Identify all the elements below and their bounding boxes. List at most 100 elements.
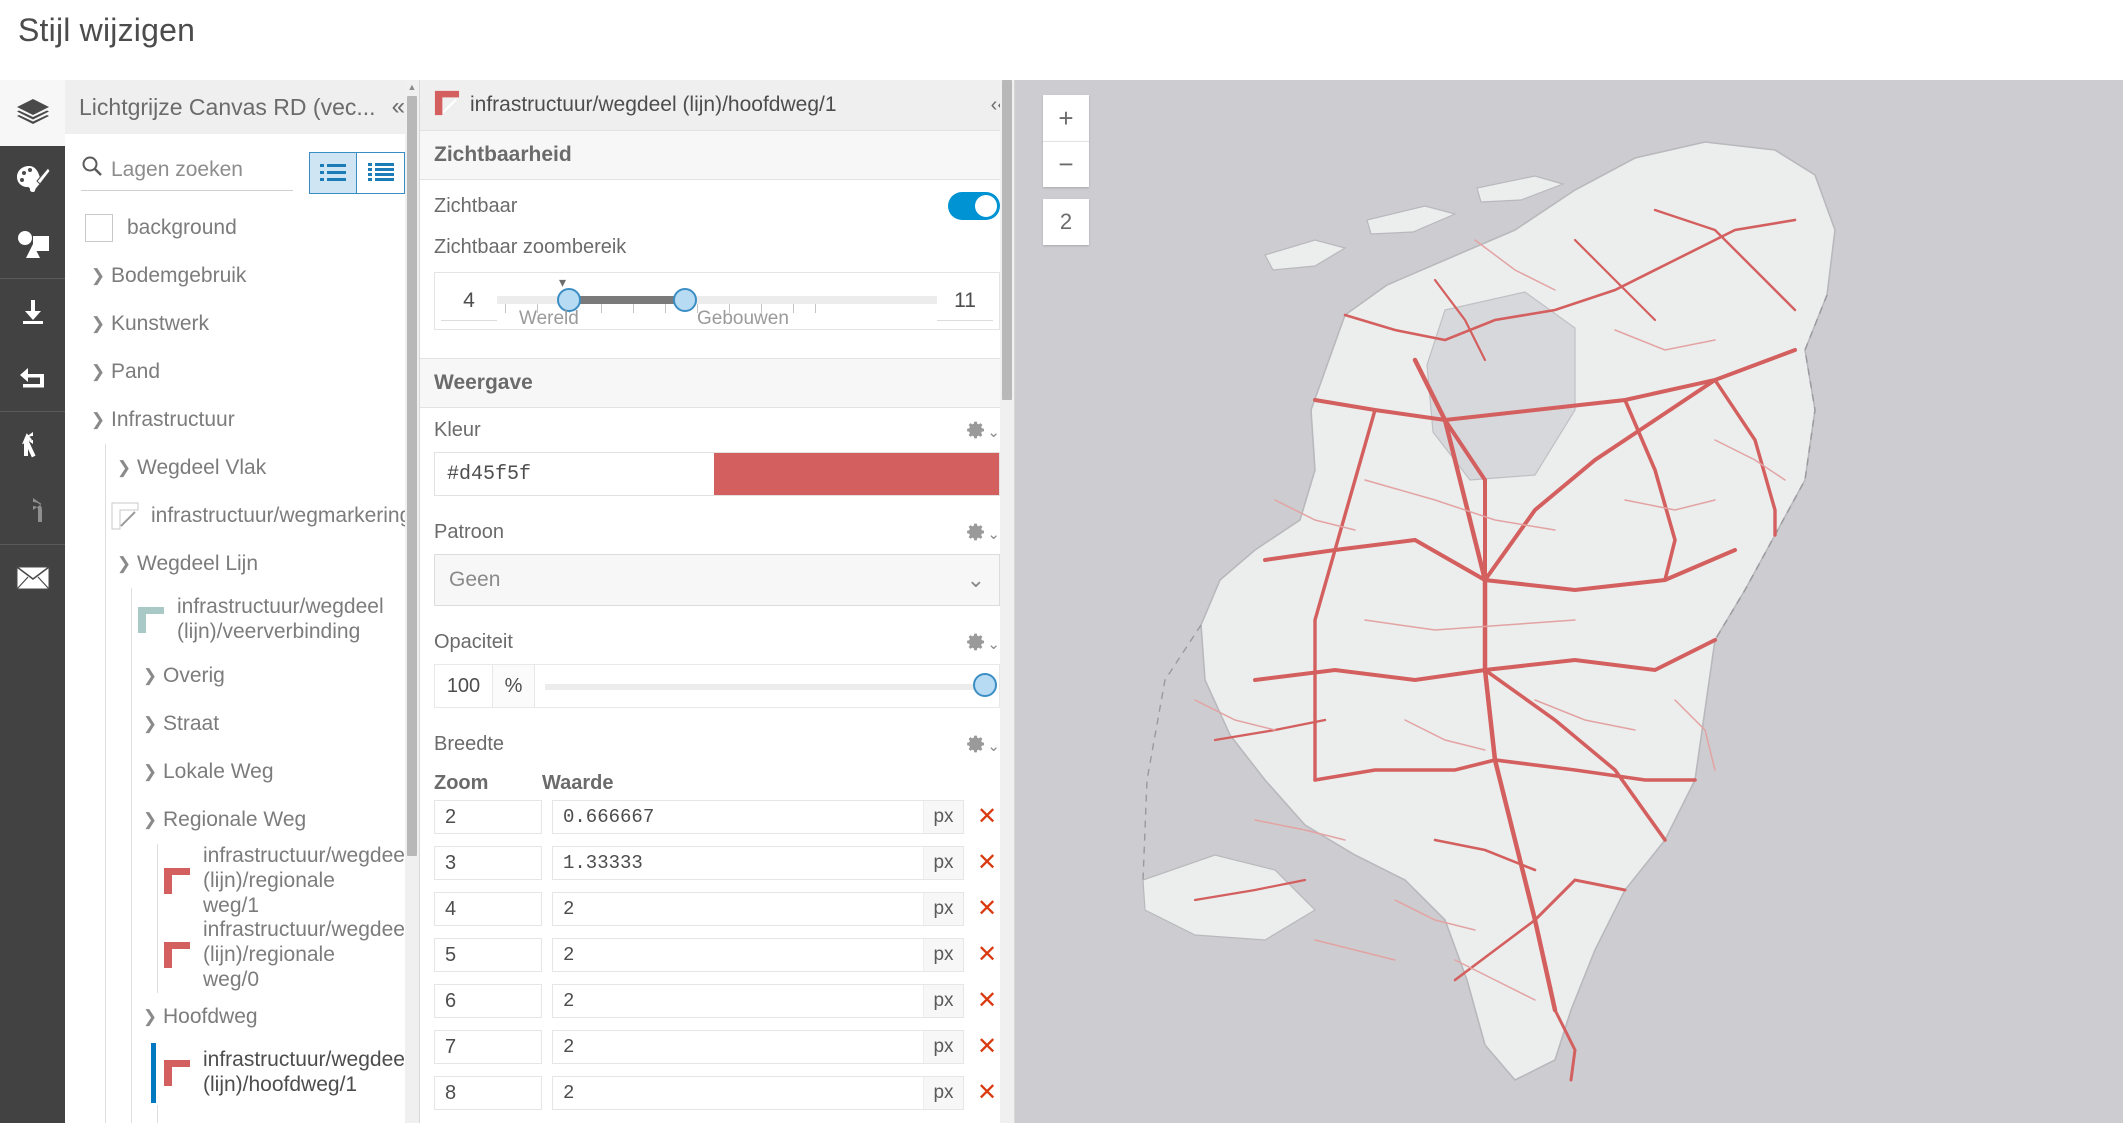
rail-button-palette[interactable] (0, 146, 65, 212)
width-stop-zoom-input[interactable]: 2 (434, 800, 542, 834)
layer-tree-group-kunstwerk[interactable]: ❯ Kunstwerk (65, 300, 419, 348)
color-field[interactable] (434, 452, 1000, 496)
opacity-row: Opaciteit ⌄ 100 % (420, 620, 1014, 708)
rail-button-mail[interactable] (0, 545, 65, 611)
width-stop-zoom-input[interactable]: 7 (434, 1030, 542, 1064)
width-stop-unit-label: px (923, 801, 963, 833)
zoom-level-indicator[interactable]: 2 (1043, 199, 1089, 245)
layer-tree-item-background[interactable]: background (65, 204, 419, 252)
delete-stop-button[interactable]: ✕ (974, 1035, 1000, 1059)
opacity-slider[interactable] (535, 665, 999, 707)
opacity-slider-track (545, 684, 987, 690)
zoom-min-value[interactable]: 4 (441, 281, 497, 321)
scrollbar-thumb[interactable] (407, 96, 417, 856)
width-stop-value-input[interactable]: 2 (553, 893, 923, 925)
layer-tree-group-hoofdweg[interactable]: ❯ Hoofdweg (65, 992, 419, 1041)
delete-stop-button[interactable]: ✕ (974, 897, 1000, 921)
layer-tree-group-overig[interactable]: ❯ Overig (65, 652, 419, 700)
width-stop-value-field[interactable]: 1.33333 px (552, 846, 964, 880)
layers-icon (15, 97, 51, 129)
layers-panel-scrollbar[interactable]: ▲ (405, 80, 419, 1123)
width-stop-value-input[interactable]: 2 (553, 985, 923, 1017)
pattern-select[interactable]: Geen ⌄ (434, 554, 1000, 606)
search-input[interactable] (111, 158, 293, 182)
layer-tree-group-regionale-weg[interactable]: ❯ Regionale Weg (65, 796, 419, 844)
layer-tree-item-hoofdweg-0[interactable]: infrastructuur/wegdeel (65, 1104, 419, 1123)
layer-tree-group-straat[interactable]: ❯ Straat (65, 700, 419, 748)
width-stop-value-field[interactable]: 2 px (552, 984, 964, 1018)
color-settings-button[interactable]: ⌄ (966, 420, 1000, 441)
gear-icon (967, 633, 985, 651)
list-view-button[interactable] (309, 152, 357, 194)
rail-button-layers[interactable] (0, 80, 65, 146)
width-stop-zoom-input[interactable]: 5 (434, 938, 542, 972)
width-stop-value-field[interactable]: 2 px (552, 1076, 964, 1110)
zoom-out-button[interactable]: − (1043, 141, 1089, 187)
rail-button-shapes[interactable] (0, 212, 65, 278)
width-stop-value-input[interactable]: 2 (553, 1031, 923, 1063)
pattern-settings-button[interactable]: ⌄ (966, 522, 1000, 543)
width-stop-zoom-input[interactable]: 6 (434, 984, 542, 1018)
search-box[interactable] (81, 155, 293, 191)
delete-stop-button[interactable]: ✕ (974, 943, 1000, 967)
layer-label: Overig (163, 664, 225, 687)
zoom-range-handle-max[interactable] (673, 288, 697, 312)
detail-view-button[interactable] (357, 152, 405, 194)
width-stop-value-input[interactable]: 1.33333 (553, 847, 923, 879)
width-stop-zoom-input[interactable]: 4 (434, 892, 542, 926)
width-stop-value-field[interactable]: 0.666667 px (552, 800, 964, 834)
scrollbar-thumb[interactable] (1002, 80, 1012, 400)
layer-label: infrastructuur/wegdeel (lijn)/regionale … (203, 918, 410, 991)
zoom-in-button[interactable]: + (1043, 95, 1089, 141)
rail-button-undo-arrow[interactable] (0, 345, 65, 411)
opacity-settings-button[interactable]: ⌄ (966, 632, 1000, 653)
width-stop-zoom-input[interactable]: 3 (434, 846, 542, 880)
layer-tree-item-wegmarkering[interactable]: infrastructuur/wegmarkering (65, 492, 419, 540)
width-stop-zoom-input[interactable]: 8 (434, 1076, 542, 1110)
delete-stop-button[interactable]: ✕ (974, 1081, 1000, 1105)
rail-button-download[interactable] (0, 279, 65, 345)
opacity-slider-handle[interactable] (973, 673, 997, 697)
layer-label: Infrastructuur (111, 408, 235, 431)
width-settings-button[interactable]: ⌄ (966, 734, 1000, 755)
layer-tree-item-regionale-weg-0[interactable]: infrastructuur/wegdeel (lijn)/regionale … (65, 918, 419, 993)
delete-stop-button[interactable]: ✕ (974, 805, 1000, 829)
layer-tree-group-wegdeel-lijn[interactable]: ❯ Wegdeel Lijn (65, 540, 419, 588)
pattern-label: Patroon (434, 520, 505, 543)
layer-tree-group-infrastructuur[interactable]: ❯ Infrastructuur (65, 396, 419, 444)
layer-tree-group-bodemgebruik[interactable]: ❯ Bodemgebruik (65, 252, 419, 300)
width-stop-value-input[interactable]: 2 (553, 939, 923, 971)
undo-arrow-icon (17, 364, 49, 392)
editor-panel-scrollbar[interactable] (1000, 80, 1014, 1123)
layer-tree-item-veerverbinding[interactable]: infrastructuur/wegdeel (lijn)/veerverbin… (65, 588, 419, 652)
section-header-visibility: Zichtbaarheid (420, 130, 1014, 180)
width-table-body: 2 0.666667 px ✕ 3 1.33333 px ✕ 4 2 px ✕ 5 2 px ✕ 6 2 px ✕ 7 2… (434, 800, 1000, 1110)
layer-tree-group-wegdeel-vlak[interactable]: ❯ Wegdeel Vlak (65, 444, 419, 492)
zoom-range-slider[interactable]: 4 ▾ Wereld Gebouwen 11 (434, 272, 1000, 330)
width-stop-value-input[interactable]: 0.666667 (553, 801, 923, 833)
color-preview-swatch[interactable] (714, 453, 999, 495)
layer-tree-item-regionale-weg-1[interactable]: infrastructuur/wegdeel (lijn)/regionale … (65, 844, 419, 919)
rail-button-redo[interactable] (0, 478, 65, 544)
width-stop-value-field[interactable]: 2 px (552, 1030, 964, 1064)
zoom-max-value[interactable]: 11 (937, 281, 993, 321)
opacity-value-input[interactable]: 100 (435, 665, 493, 707)
layer-tree-item-hoofdweg-1[interactable]: infrastructuur/wegdeel (lijn)/hoofdweg/1 (65, 1040, 419, 1105)
layer-tree-group-pand[interactable]: ❯ Pand (65, 348, 419, 396)
rail-button-undo[interactable] (0, 412, 65, 478)
delete-stop-button[interactable]: ✕ (974, 989, 1000, 1013)
width-stop-value-input[interactable]: 2 (553, 1077, 923, 1109)
zoom-max-caption: Gebouwen (697, 308, 789, 329)
map-canvas[interactable]: + − 2 (1015, 80, 2123, 1123)
map-graphic (1015, 80, 2123, 1123)
opacity-control[interactable]: 100 % (434, 664, 1000, 708)
scroll-up-arrow[interactable]: ▲ (405, 80, 419, 94)
layer-tree-group-lokale-weg[interactable]: ❯ Lokale Weg (65, 748, 419, 796)
color-hex-input[interactable] (435, 453, 714, 495)
zoom-range-track-area[interactable]: ▾ Wereld Gebouwen (497, 272, 937, 330)
collapse-layers-panel-button[interactable]: « (386, 95, 405, 119)
width-stop-value-field[interactable]: 2 px (552, 892, 964, 926)
width-stop-value-field[interactable]: 2 px (552, 938, 964, 972)
delete-stop-button[interactable]: ✕ (974, 851, 1000, 875)
visible-toggle[interactable] (948, 192, 1000, 220)
